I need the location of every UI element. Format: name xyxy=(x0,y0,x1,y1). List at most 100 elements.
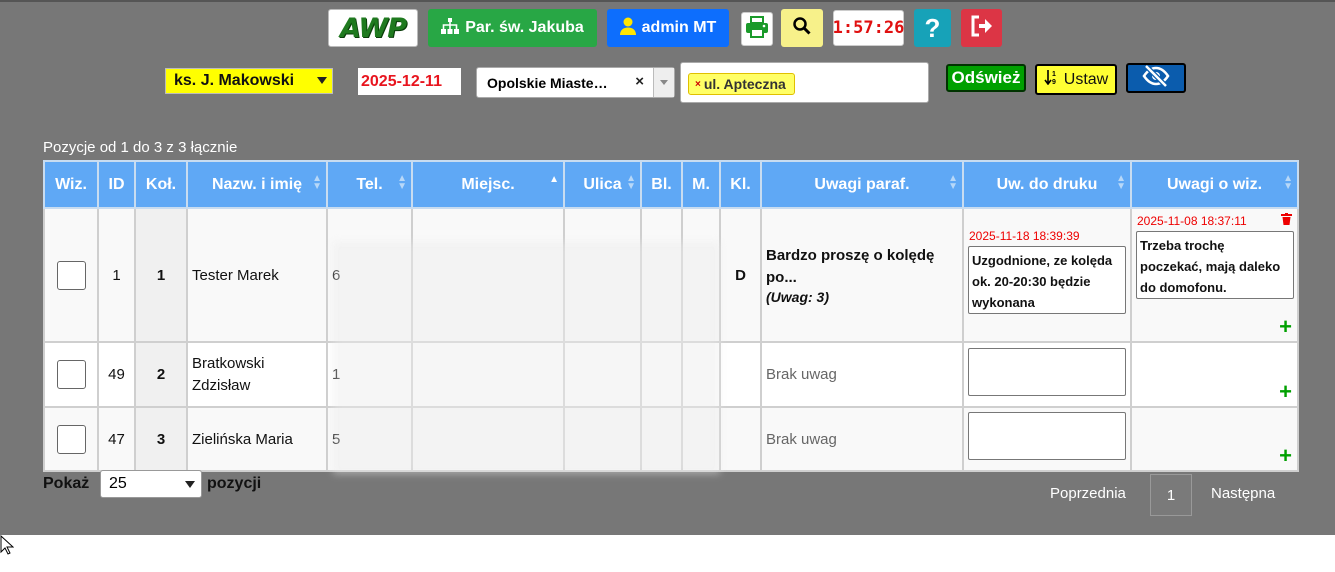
visit-checkbox[interactable] xyxy=(56,360,86,389)
parish-button[interactable]: Par. św. Jakuba xyxy=(428,9,597,47)
sort-asc-icon: ▲ xyxy=(549,174,559,185)
visit-check-cell xyxy=(43,406,99,472)
refresh-button[interactable]: Odśwież xyxy=(946,64,1026,92)
parish-notes-cell[interactable]: Brak uwag xyxy=(760,406,964,472)
search-button[interactable] xyxy=(781,9,823,47)
add-note-icon[interactable]: + xyxy=(1279,445,1292,467)
parish-label: Par. św. Jakuba xyxy=(465,19,584,36)
visit-note-textarea[interactable]: Trzeba trochę poczekać, mają daleko do d… xyxy=(1136,231,1294,299)
eye-slash-icon xyxy=(1142,63,1170,92)
sitemap-icon xyxy=(441,17,460,39)
sort-icon: ▲ ▼ xyxy=(626,173,636,192)
print-icon xyxy=(745,15,769,43)
help-button[interactable]: ? xyxy=(914,9,951,47)
col-id[interactable]: ID xyxy=(97,160,136,209)
visit-check-cell xyxy=(43,341,99,408)
visit-notes-cell: + xyxy=(1130,341,1299,408)
next-page-button[interactable]: Następna xyxy=(1211,485,1275,502)
col-kol[interactable]: Koł. xyxy=(134,160,188,209)
priest-value: ks. J. Makowski xyxy=(174,72,295,89)
visit-check-cell xyxy=(43,207,99,343)
id-cell: 47 xyxy=(97,406,136,472)
page-size-label: Pokaż xyxy=(43,475,90,492)
page-size-value: 25 xyxy=(109,475,127,492)
mouse-cursor-icon xyxy=(0,534,15,560)
col-block[interactable]: Bl. xyxy=(640,160,683,209)
add-note-icon[interactable]: + xyxy=(1279,316,1292,338)
print-note-textarea[interactable]: Uzgodnione, ze kolęda ok. 20-20:30 będzi… xyxy=(968,246,1126,314)
user-label: admin MT xyxy=(641,19,717,36)
trash-icon[interactable] xyxy=(1281,213,1292,228)
remove-tag-icon[interactable]: × xyxy=(695,79,701,90)
date-field[interactable]: 2025-12-11 xyxy=(358,68,461,95)
visit-notes-cell: + xyxy=(1130,406,1299,472)
search-icon xyxy=(793,16,811,40)
svg-text:9: 9 xyxy=(1052,79,1056,85)
chevron-down-icon xyxy=(317,77,327,84)
kol-cell: 1 xyxy=(134,207,188,343)
positions-label: pozycji xyxy=(207,475,262,492)
col-visit-notes[interactable]: Uwagi o wiz. ▲ ▼ xyxy=(1130,160,1299,209)
header-row: Wiz. ID Koł. Nazw. i imię ▲ ▼ Tel. ▲ ▼ Miejs… xyxy=(43,160,1299,209)
col-wiz[interactable]: Wiz. xyxy=(43,160,99,209)
print-note-textarea[interactable] xyxy=(968,412,1126,460)
class-cell xyxy=(719,406,762,472)
name-cell: Zielińska Maria xyxy=(186,406,328,472)
print-note-timestamp: 2025-11-18 18:39:39 xyxy=(969,229,1080,243)
logout-button[interactable] xyxy=(961,9,1002,47)
col-street[interactable]: Ulica ▲ ▼ xyxy=(563,160,642,209)
clear-place-icon[interactable]: × xyxy=(635,73,644,90)
col-name[interactable]: Nazw. i imię ▲ ▼ xyxy=(186,160,328,209)
print-note-textarea[interactable] xyxy=(968,348,1126,396)
print-notes-cell: 2025-11-18 18:39:39 Uzgodnione, ze kolęd… xyxy=(962,207,1132,343)
parish-note-text: Bardzo proszę o kolędę po... xyxy=(766,247,935,286)
col-class[interactable]: Kl. xyxy=(719,160,762,209)
kol-cell: 3 xyxy=(134,406,188,472)
page-size-select[interactable]: 25 xyxy=(100,470,202,498)
place-dropdown-arrow[interactable] xyxy=(653,68,674,97)
col-print-notes[interactable]: Uw. do druku ▲ ▼ xyxy=(962,160,1132,209)
parish-notes-cell[interactable]: Bardzo proszę o kolędę po... (Uwag: 3) xyxy=(760,207,964,343)
sort-icon: ▲ ▼ xyxy=(1283,173,1293,192)
col-parish-notes[interactable]: Uwagi paraf. ▲ ▼ xyxy=(760,160,964,209)
street-tag: × ul. Apteczna xyxy=(688,73,795,95)
name-cell: Tester Marek xyxy=(186,207,328,343)
chevron-down-icon xyxy=(185,481,195,488)
visit-checkbox[interactable] xyxy=(56,424,86,454)
redacted-area xyxy=(333,242,720,474)
hide-data-button[interactable] xyxy=(1126,63,1186,93)
name-cell: Bratkowski Zdzisław xyxy=(186,341,328,408)
logout-icon xyxy=(970,15,994,42)
parish-notes-cell[interactable]: Brak uwag xyxy=(760,341,964,408)
visit-checkbox[interactable] xyxy=(56,260,86,290)
visit-notes-cell: 2025-11-08 18:37:11 Trzeba trochę poczek… xyxy=(1130,207,1299,343)
awp-logo[interactable]: AWP xyxy=(328,9,418,47)
col-place[interactable]: Miejsc. ▲ xyxy=(411,160,565,209)
previous-page-button[interactable]: Poprzednia xyxy=(1050,485,1126,502)
sort-icon: ▲ ▼ xyxy=(312,173,322,192)
page-number-button[interactable]: 1 xyxy=(1150,474,1192,516)
set-order-label: Ustaw xyxy=(1063,70,1109,88)
add-note-icon[interactable]: + xyxy=(1279,381,1292,403)
user-button[interactable]: admin MT xyxy=(607,9,729,47)
top-border xyxy=(0,0,1335,2)
logo-text: AWP xyxy=(340,12,407,44)
set-order-button[interactable]: 19 Ustaw xyxy=(1035,64,1117,95)
class-cell xyxy=(719,341,762,408)
kol-cell: 2 xyxy=(134,341,188,408)
col-apartment[interactable]: M. xyxy=(681,160,721,209)
street-tag-label: ul. Apteczna xyxy=(703,76,786,92)
app-background: AWP Par. św. Jakuba admin MT 1:57:26 ? k… xyxy=(0,0,1335,535)
priest-select[interactable]: ks. J. Makowski xyxy=(165,68,333,94)
svg-text:1: 1 xyxy=(1052,71,1056,78)
place-select[interactable]: Opolskie Miaste… × xyxy=(476,67,675,98)
col-tel[interactable]: Tel. ▲ ▼ xyxy=(326,160,413,209)
id-cell: 1 xyxy=(97,207,136,343)
session-clock: 1:57:26 xyxy=(833,10,904,46)
sort-icon: ▲ ▼ xyxy=(948,173,958,192)
print-notes-cell xyxy=(962,341,1132,408)
print-notes-cell xyxy=(962,406,1132,472)
place-value: Opolskie Miaste… xyxy=(487,74,608,91)
street-multiselect[interactable]: × ul. Apteczna xyxy=(680,62,929,103)
print-button[interactable] xyxy=(741,12,773,46)
